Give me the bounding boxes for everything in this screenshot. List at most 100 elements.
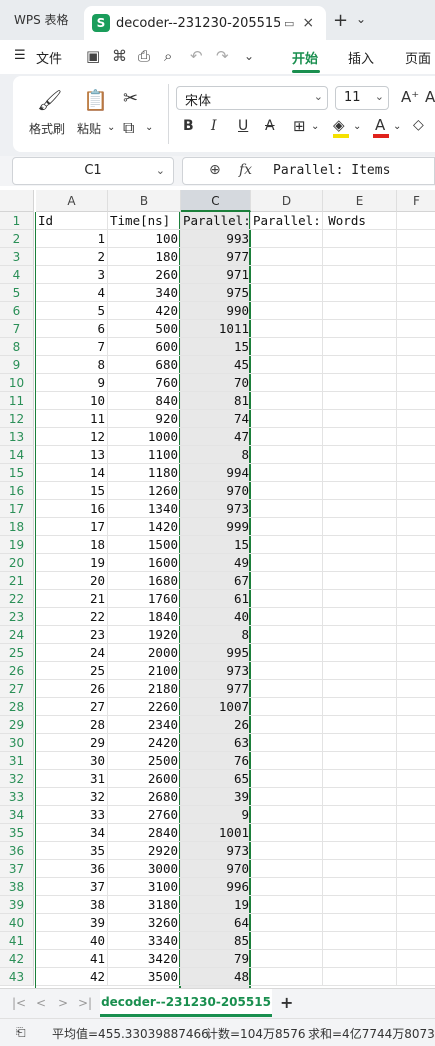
cell-empty[interactable] (397, 446, 435, 464)
cell-id[interactable]: 33 (36, 806, 108, 824)
cell-id[interactable]: 11 (36, 410, 108, 428)
eraser-icon[interactable]: ◇ (413, 117, 424, 133)
quick-access-chevron-icon[interactable]: ⌄ (244, 49, 254, 63)
row-header[interactable]: 22 (0, 590, 34, 608)
cell-id[interactable]: 9 (36, 374, 108, 392)
cell-items[interactable]: 76 (181, 752, 251, 770)
column-header-c[interactable]: C (181, 190, 251, 212)
cell-time[interactable]: 2100 (108, 662, 181, 680)
cell-empty[interactable] (323, 788, 397, 806)
window-icon[interactable]: ▭ (284, 17, 294, 30)
cell-id[interactable]: 10 (36, 392, 108, 410)
column-header-e[interactable]: E (323, 190, 397, 212)
row-header[interactable]: 24 (0, 626, 34, 644)
cell-empty[interactable] (251, 392, 323, 410)
cell-time[interactable]: 420 (108, 302, 181, 320)
cell-items[interactable]: 70 (181, 374, 251, 392)
cell-empty[interactable] (397, 698, 435, 716)
cell-c1[interactable]: Parallel: (181, 212, 251, 230)
name-box[interactable]: C1 ⌄ (12, 157, 174, 185)
cell-empty[interactable] (323, 950, 397, 968)
cell-empty[interactable] (323, 752, 397, 770)
share-icon[interactable]: ⌘ (112, 47, 127, 65)
cell-empty[interactable] (397, 644, 435, 662)
cell-empty[interactable] (323, 806, 397, 824)
cell-items[interactable]: 9 (181, 806, 251, 824)
row-header[interactable]: 35 (0, 824, 34, 842)
cell-empty[interactable] (397, 914, 435, 932)
row-header[interactable]: 4 (0, 266, 34, 284)
cell-items[interactable]: 990 (181, 302, 251, 320)
underline-button[interactable]: U (238, 118, 248, 134)
copy-chevron-icon[interactable]: ⌄ (145, 122, 153, 133)
cell-time[interactable]: 1340 (108, 500, 181, 518)
cut-icon[interactable]: ✂ (123, 88, 138, 109)
row-header[interactable]: 14 (0, 446, 34, 464)
row-header[interactable]: 32 (0, 770, 34, 788)
cell-items[interactable]: 977 (181, 680, 251, 698)
row-header[interactable]: 29 (0, 716, 34, 734)
borders-chevron-icon[interactable]: ⌄ (311, 121, 319, 132)
print-preview-icon[interactable]: ⌕ (164, 47, 172, 65)
cell-items[interactable]: 48 (181, 968, 251, 986)
cell-id[interactable]: 37 (36, 878, 108, 896)
cell-time[interactable]: 2500 (108, 752, 181, 770)
select-all-corner[interactable] (0, 190, 34, 212)
cell-empty[interactable] (323, 842, 397, 860)
cell-time[interactable]: 2260 (108, 698, 181, 716)
cell-empty[interactable] (397, 806, 435, 824)
cell-id[interactable]: 1 (36, 230, 108, 248)
cell-empty[interactable] (323, 626, 397, 644)
cell-time[interactable]: 3180 (108, 896, 181, 914)
cell-empty[interactable] (323, 464, 397, 482)
cell-empty[interactable] (323, 536, 397, 554)
close-tab-icon[interactable]: × (302, 15, 314, 31)
cell-empty[interactable] (323, 770, 397, 788)
font-name-select[interactable]: 宋体 ⌄ (176, 86, 328, 110)
fill-color-chevron-icon[interactable]: ⌄ (353, 121, 361, 132)
cell-id[interactable]: 27 (36, 698, 108, 716)
cell-empty[interactable] (323, 482, 397, 500)
file-menu[interactable]: 文件 (36, 48, 62, 67)
cell-items[interactable]: 970 (181, 482, 251, 500)
cell-empty[interactable] (397, 536, 435, 554)
row-header[interactable]: 8 (0, 338, 34, 356)
cell-empty[interactable] (251, 590, 323, 608)
row-header[interactable]: 30 (0, 734, 34, 752)
cell-time[interactable]: 840 (108, 392, 181, 410)
format-painter-icon[interactable]: 🖌 (37, 88, 62, 112)
cell-empty[interactable] (251, 662, 323, 680)
cell-items[interactable]: 15 (181, 338, 251, 356)
cell-items[interactable]: 63 (181, 734, 251, 752)
cell-empty[interactable] (323, 590, 397, 608)
cell-empty[interactable] (323, 320, 397, 338)
row-header[interactable]: 10 (0, 374, 34, 392)
cell-id[interactable]: 12 (36, 428, 108, 446)
cell-items[interactable]: 79 (181, 950, 251, 968)
cell-empty[interactable] (251, 482, 323, 500)
sheet-tab[interactable]: decoder--231230-205515 (100, 989, 272, 1017)
cell-items[interactable]: 994 (181, 464, 251, 482)
cell-id[interactable]: 4 (36, 284, 108, 302)
cell-empty[interactable] (397, 662, 435, 680)
cell-id[interactable]: 23 (36, 626, 108, 644)
status-count[interactable]: 计数=104万8576 (206, 1025, 306, 1042)
cell-empty[interactable] (323, 374, 397, 392)
cell-empty[interactable] (397, 968, 435, 986)
row-header[interactable]: 31 (0, 752, 34, 770)
cell-id[interactable]: 25 (36, 662, 108, 680)
cell-empty[interactable] (397, 734, 435, 752)
cell-id[interactable]: 36 (36, 860, 108, 878)
cell-empty[interactable] (323, 716, 397, 734)
cell-empty[interactable] (397, 356, 435, 374)
cell-time[interactable]: 3000 (108, 860, 181, 878)
cell-time[interactable]: 1260 (108, 482, 181, 500)
cell-id[interactable]: 18 (36, 536, 108, 554)
cell-time[interactable]: 680 (108, 356, 181, 374)
cell-items[interactable]: 85 (181, 932, 251, 950)
cell-empty[interactable] (251, 860, 323, 878)
row-header[interactable]: 18 (0, 518, 34, 536)
row-header[interactable]: 25 (0, 644, 34, 662)
row-header[interactable]: 28 (0, 698, 34, 716)
cell-items[interactable]: 45 (181, 356, 251, 374)
